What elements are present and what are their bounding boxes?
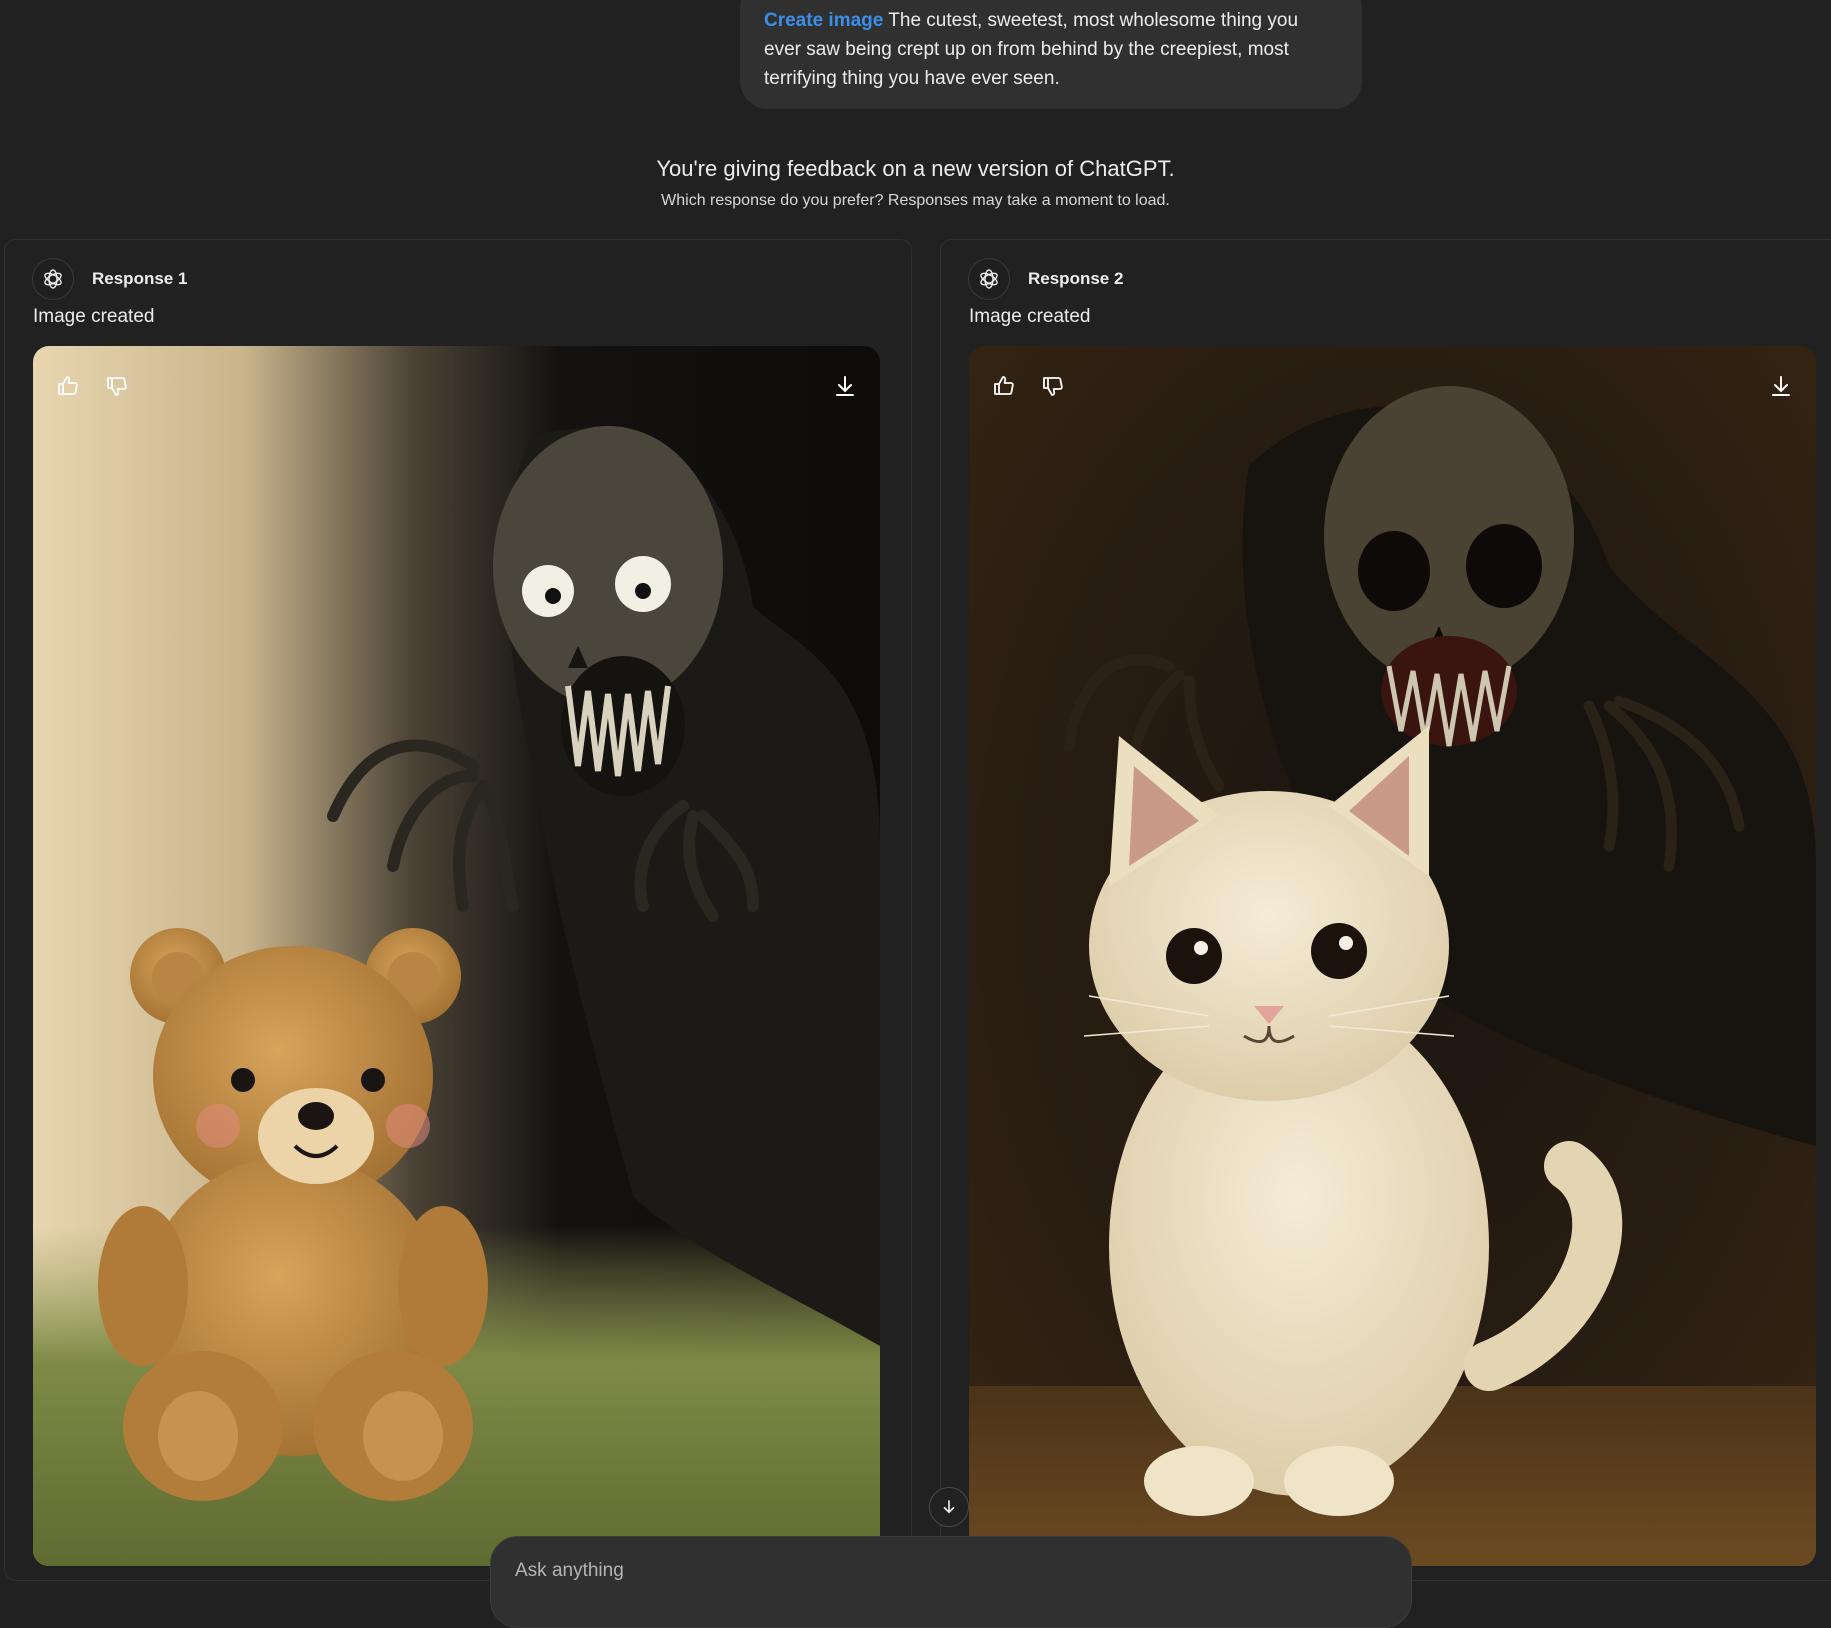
thumbs-down-icon	[107, 377, 127, 396]
response-header: Response 1	[32, 258, 187, 300]
thumbs-down-button[interactable]	[97, 366, 137, 406]
generated-image-1[interactable]	[33, 346, 880, 1566]
generated-image-2[interactable]	[969, 346, 1816, 1566]
download-button[interactable]	[825, 366, 865, 406]
response-header: Response 2	[968, 258, 1123, 300]
image-created-label: Image created	[33, 306, 155, 327]
image-created-label: Image created	[969, 306, 1091, 327]
message-composer[interactable]	[490, 1536, 1412, 1628]
download-icon	[1772, 376, 1790, 396]
feedback-header: You're giving feedback on a new version …	[0, 156, 1831, 210]
thumbs-down-icon	[1043, 377, 1063, 396]
scroll-down-button[interactable]	[929, 1487, 969, 1527]
message-input[interactable]	[513, 1559, 1377, 1583]
download-icon	[836, 376, 854, 396]
feedback-subtitle: Which response do you prefer? Responses …	[661, 192, 1170, 209]
response-label: Response 1	[92, 269, 188, 288]
download-button[interactable]	[1761, 366, 1801, 406]
response-panel-2[interactable]: Response 2 Image created	[940, 239, 1831, 1581]
teddy-bear-monster-illustration	[33, 346, 880, 1566]
thumbs-down-button[interactable]	[1033, 366, 1073, 406]
thumbs-up-icon	[58, 376, 78, 395]
create-image-tag: Create image	[764, 10, 884, 31]
user-prompt-bubble: Create image The cutest, sweetest, most …	[740, 0, 1362, 109]
arrow-down-icon	[943, 1500, 955, 1514]
response-label: Response 2	[1028, 269, 1124, 288]
thumbs-up-button[interactable]	[984, 366, 1024, 406]
thumbs-up-button[interactable]	[48, 366, 88, 406]
response-panel-1[interactable]: Response 1 Image created	[4, 239, 912, 1581]
feedback-title: You're giving feedback on a new version …	[656, 156, 1175, 181]
kitten-monster-illustration	[969, 346, 1816, 1566]
chatgpt-logo-icon	[968, 258, 1010, 300]
chatgpt-logo-icon	[32, 258, 74, 300]
thumbs-up-icon	[994, 376, 1014, 395]
